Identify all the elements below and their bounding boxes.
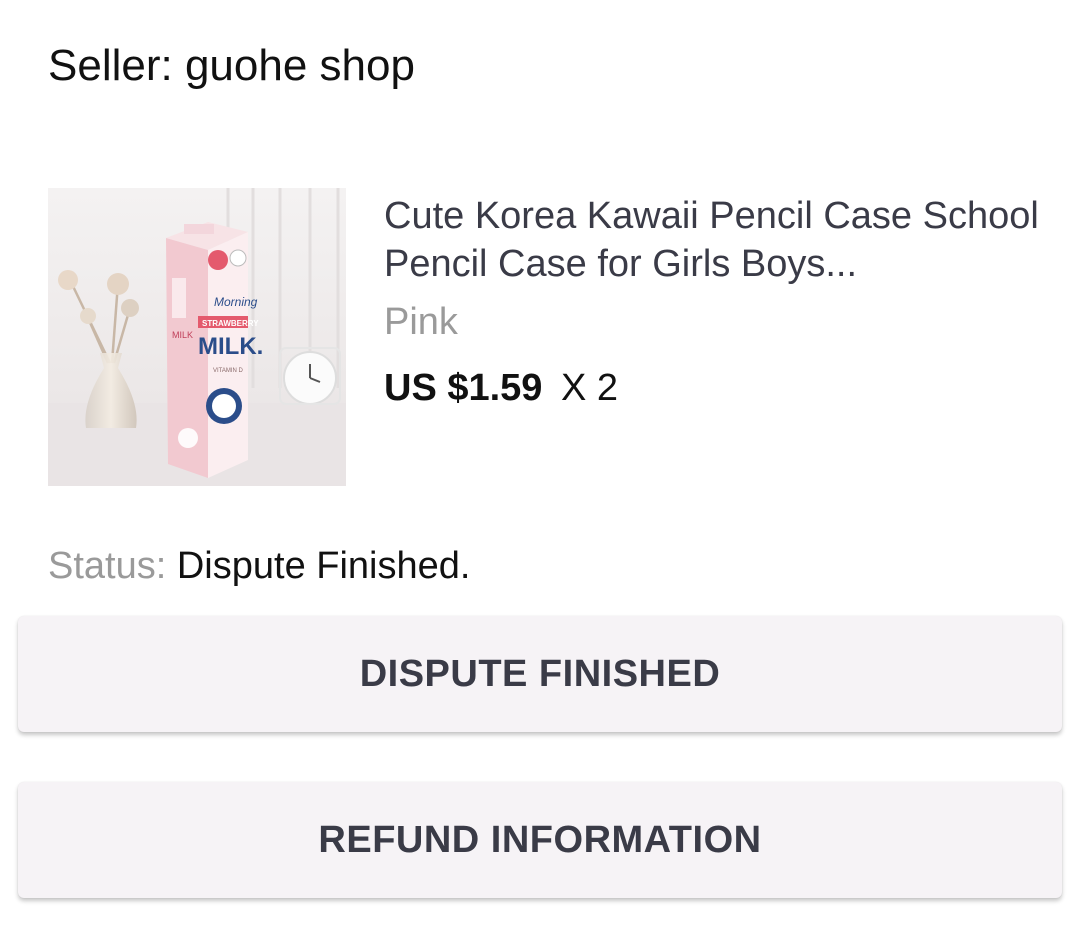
svg-text:VITAMIN D: VITAMIN D [213, 368, 244, 374]
svg-text:STRAWBERRY: STRAWBERRY [202, 319, 259, 328]
product-info: Cute Korea Kawaii Pencil Case School Pen… [384, 192, 1044, 412]
seller-name[interactable]: Seller: guohe shop [48, 36, 415, 96]
status-value: Dispute Finished. [176, 545, 471, 587]
product-price: US $1.59 [384, 367, 543, 409]
status-line: Status: Dispute Finished. [48, 540, 470, 592]
product-title[interactable]: Cute Korea Kawaii Pencil Case School Pen… [384, 192, 1044, 288]
svg-text:MILK.: MILK. [198, 333, 263, 360]
refund-information-button[interactable]: REFUND INFORMATION [18, 782, 1062, 898]
status-label: Status: [48, 545, 167, 587]
product-image[interactable]: Morning STRAWBERRY MILK. VITAMIN D MILK [48, 188, 346, 486]
price-row: US $1.59 X 2 [384, 364, 1044, 412]
product-quantity: X 2 [561, 367, 619, 409]
svg-text:Morning: Morning [214, 295, 258, 309]
product-variant: Pink [384, 301, 458, 343]
svg-text:MILK: MILK [172, 330, 193, 340]
dispute-finished-button[interactable]: DISPUTE FINISHED [18, 616, 1062, 732]
order-item-screen: Seller: guohe shop Morning STRAWBERRY MI… [0, 0, 1080, 952]
